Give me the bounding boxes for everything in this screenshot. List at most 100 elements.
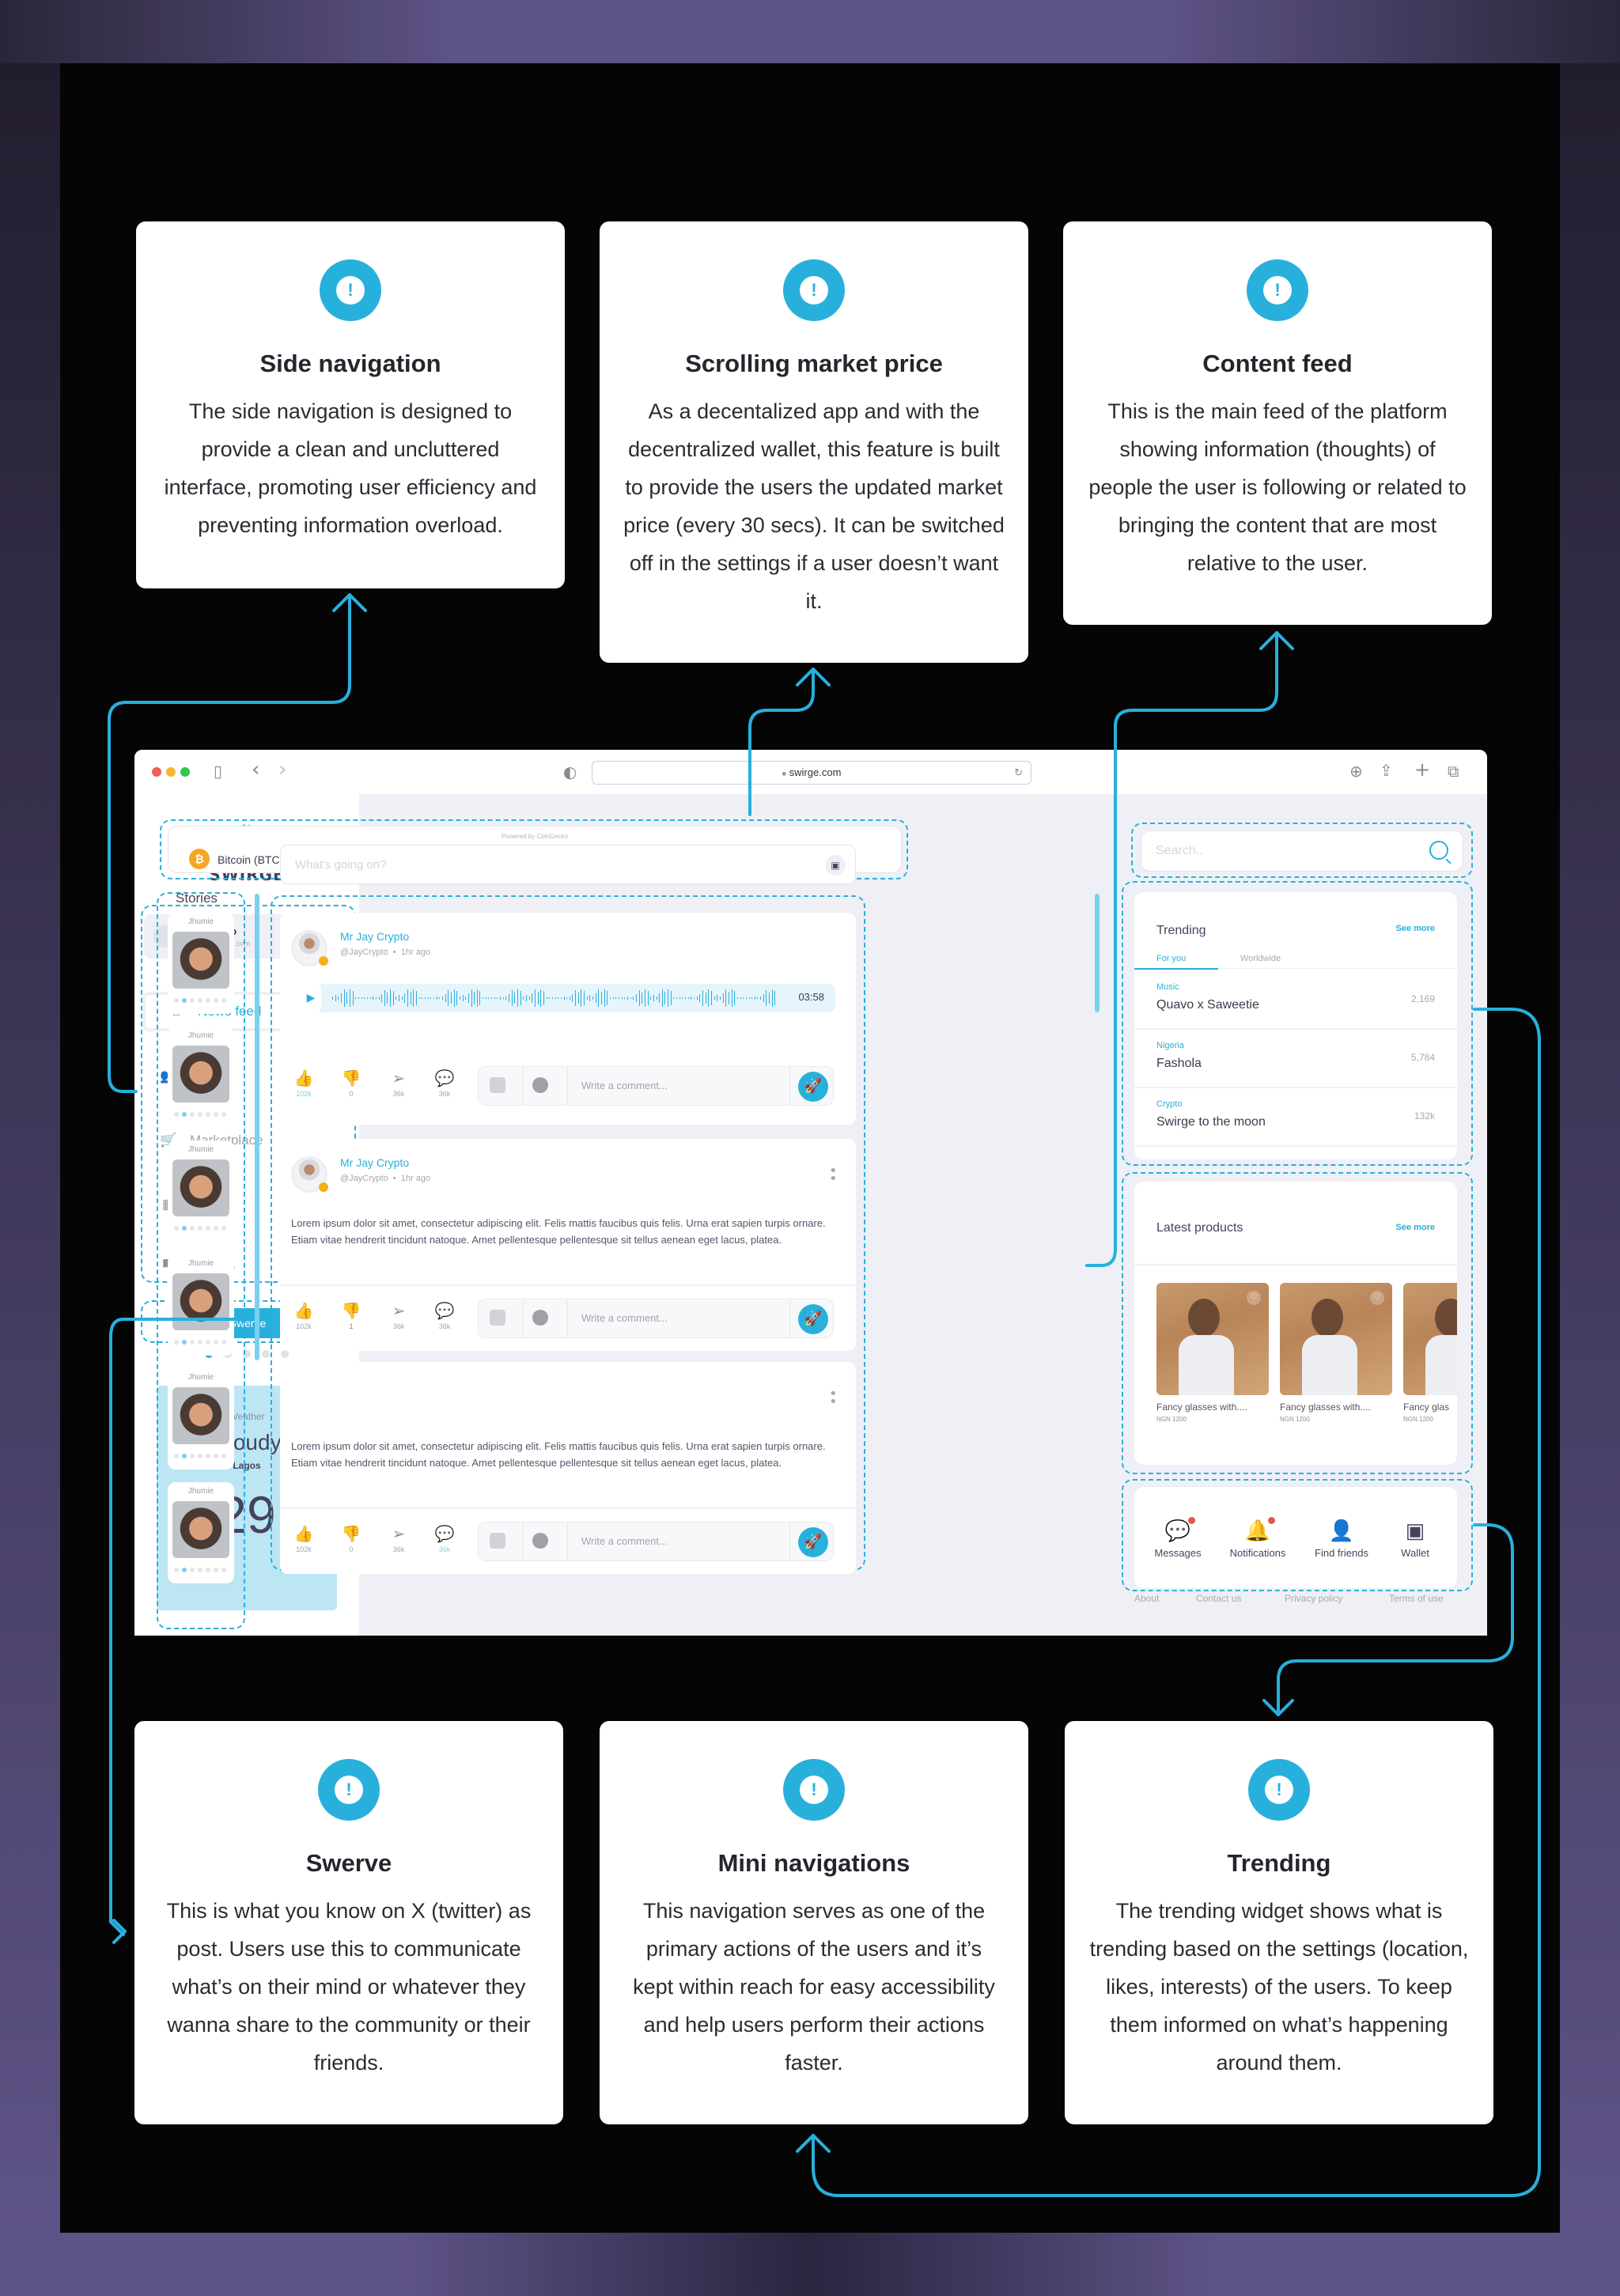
emoji-icon[interactable] [532,1077,548,1093]
sidebar-toggle-icon[interactable]: ▯ [214,763,222,779]
product-card[interactable]: ♡ Fancy glas NGN 1200 [1403,1283,1457,1423]
image-icon[interactable] [490,1533,505,1549]
products-see-more-link[interactable]: See more [1395,1223,1435,1232]
footer-link[interactable]: Privacy policy [1285,1593,1342,1604]
mini-nav-messages[interactable]: 💬 Messages [1150,1517,1206,1559]
story-item[interactable]: Jhumie [168,1140,234,1242]
mini-nav-find-friends[interactable]: 👤 Find friends [1310,1519,1373,1559]
window-minimize-button[interactable] [166,767,176,777]
paper-plane-icon: ➢ [392,1303,406,1320]
product-card[interactable]: ♡ Fancy glasses with.... NGN 1200 [1156,1283,1270,1423]
tab-worldwide[interactable]: Worldwide [1240,954,1281,963]
story-item[interactable]: Jhumie [168,1254,234,1356]
send-rocket-icon[interactable]: 🚀 [798,1527,828,1557]
annotation-title: Scrolling market price [685,350,943,377]
window-close-button[interactable] [152,767,161,777]
story-thumbnail [172,1159,229,1216]
feed-post: • • Lorem ipsum dolor sit amet, consectet… [280,1362,856,1574]
mini-nav-label: Messages [1154,1547,1202,1559]
feed-scrollbar[interactable] [1095,894,1100,1012]
annotation-body: The side navigation is designed to provi… [164,399,537,537]
comment-button[interactable]: 💬 36k [429,1069,460,1098]
avatar[interactable] [291,1156,328,1193]
share-icon[interactable]: ⇪ [1380,762,1393,778]
carousel-dot[interactable] [262,1350,270,1358]
dislike-button[interactable]: 👎 1 [335,1302,367,1330]
back-icon[interactable]: ‹ [252,759,259,780]
thumbs-down-icon: 👎 [341,1303,361,1320]
download-icon[interactable]: ⊕ [1349,763,1363,779]
composer-input[interactable]: What's going on? [295,858,386,872]
window-maximize-button[interactable] [180,767,190,777]
thumbs-up-icon: 👍 [293,1070,314,1087]
thumbs-up-icon: 👍 [293,1526,314,1543]
more-options-icon[interactable]: • • [829,1164,838,1186]
story-item[interactable]: Jhumie [168,1482,234,1583]
post-author[interactable]: Mr Jay Crypto [340,930,409,943]
shield-icon[interactable]: ◐ [563,764,577,780]
trending-topic: Fashola [1156,1057,1202,1070]
like-button[interactable]: 👍 102k [288,1069,320,1098]
footer-link[interactable]: Contact us [1196,1593,1241,1604]
lock-icon: ■ [782,770,787,777]
story-progress [174,998,226,1003]
dislike-button[interactable]: 👎 0 [335,1069,367,1098]
search-icon[interactable] [1429,841,1448,860]
reload-icon[interactable]: ↻ [1014,762,1023,784]
trending-item[interactable]: Nigeria Fashola 5,784 [1134,1030,1457,1088]
comment-input[interactable]: Write a comment... 🚀 [478,1522,834,1561]
story-progress [174,1454,226,1458]
send-rocket-icon[interactable]: 🚀 [798,1304,828,1334]
mini-nav-wallet[interactable]: ▣ Wallet [1387,1519,1443,1559]
new-tab-icon[interactable]: + [1414,760,1430,779]
product-name: Fancy glasses with.... [1156,1401,1247,1413]
annotation-body: This is what you know on X (twitter) as … [166,1899,532,2075]
heart-icon[interactable]: ♡ [1247,1291,1261,1305]
search-input[interactable]: Search.. [1141,830,1463,872]
post-body: Lorem ipsum dolor sit amet, consectetur … [291,1440,826,1469]
comment-button[interactable]: 💬 36k [429,1302,460,1330]
emoji-icon[interactable] [532,1310,548,1326]
story-item[interactable]: Jhumie [168,913,234,1014]
post-actions: 👍 102k 👎 0 ➢ 36k 💬 36k Write a comment... 🚀 [280,1053,856,1117]
image-icon[interactable] [490,1077,505,1093]
address-bar[interactable]: ■ swirge.com ↻ [592,761,1031,785]
annotation-body: As a decentalized app and with the decen… [623,399,1005,613]
like-button[interactable]: 👍 102k [288,1302,320,1330]
notifications-icon: 🔔 [1245,1517,1276,1544]
footer-link[interactable]: Terms of use [1389,1593,1444,1604]
emoji-icon[interactable] [532,1533,548,1549]
dislike-button[interactable]: 👎 0 [335,1525,367,1553]
story-item[interactable]: Jhumie [168,1027,234,1128]
post-author[interactable]: Mr Jay Crypto [340,1156,409,1169]
comment-button[interactable]: 💬 36k [429,1525,460,1553]
audio-waveform[interactable] [332,989,776,1008]
tab-divider [1218,968,1457,969]
more-options-icon[interactable]: • • [829,1387,838,1409]
like-button[interactable]: 👍 102k [288,1525,320,1553]
story-item[interactable]: Jhumie [168,1368,234,1470]
tab-for-you[interactable]: For you [1156,954,1186,963]
footer-link[interactable]: About [1134,1593,1159,1604]
play-icon[interactable]: ▶ [301,984,321,1012]
post-composer[interactable]: What's going on? ▣ [280,845,856,884]
share-button[interactable]: ➢ 36k [383,1525,414,1553]
comment-input[interactable]: Write a comment... 🚀 [478,1066,834,1106]
share-button[interactable]: ➢ 36k [383,1069,414,1098]
product-image: ♡ [1403,1283,1457,1395]
comment-input[interactable]: Write a comment... 🚀 [478,1299,834,1338]
avatar[interactable] [291,930,328,966]
send-rocket-icon[interactable]: 🚀 [798,1072,828,1102]
share-button[interactable]: ➢ 36k [383,1302,414,1330]
product-card[interactable]: ♡ Fancy glasses with.... NGN 1200 [1280,1283,1394,1423]
heart-icon[interactable]: ♡ [1370,1291,1384,1305]
forward-icon[interactable]: › [278,759,286,780]
tabs-overview-icon[interactable]: ⧉ [1448,763,1459,779]
image-icon[interactable] [490,1310,505,1326]
mini-nav-notifications[interactable]: 🔔 Notifications [1223,1517,1293,1559]
trending-item[interactable]: Crypto Swirge to the moon 132k [1134,1088,1457,1147]
trending-item[interactable]: Music Quavo x Saweetie 2,169 [1134,971,1457,1030]
image-upload-icon[interactable]: ▣ [825,855,846,876]
trending-see-more-link[interactable]: See more [1395,924,1435,933]
stories-scrollbar[interactable] [255,894,259,1360]
